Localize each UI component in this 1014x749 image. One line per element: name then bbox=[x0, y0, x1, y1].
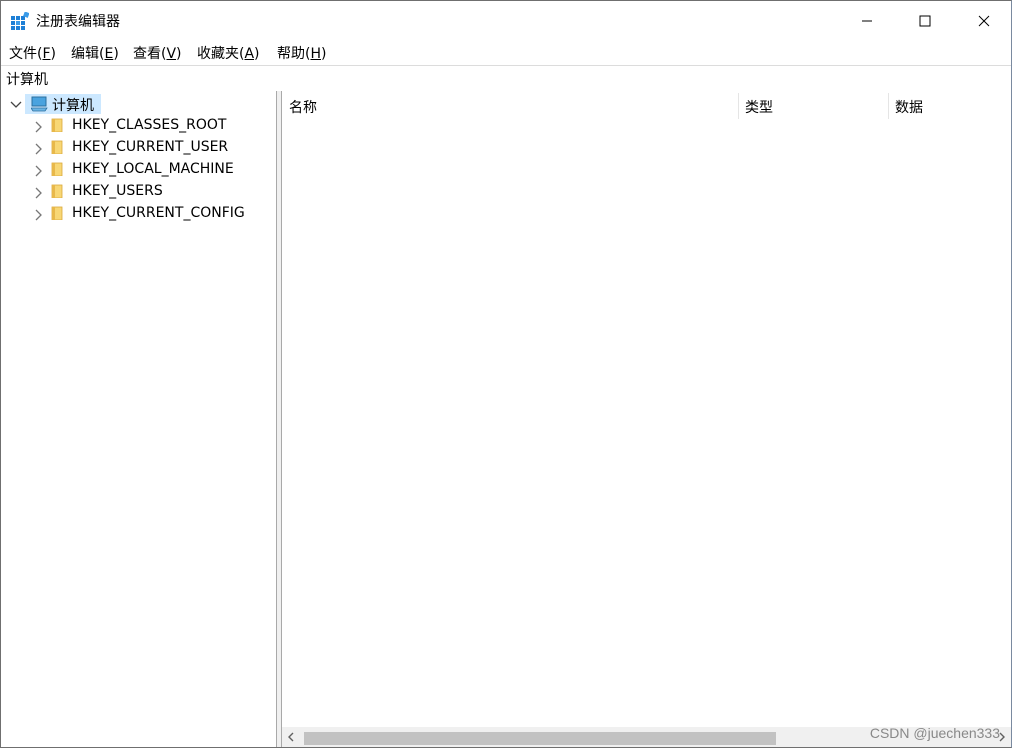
close-icon bbox=[978, 15, 990, 26]
folder-icon bbox=[51, 140, 63, 154]
title-bar[interactable]: 注册表编辑器 bbox=[1, 1, 1011, 40]
scrollbar-thumb[interactable] bbox=[304, 732, 776, 745]
menu-edit[interactable]: 编辑(E) bbox=[71, 43, 119, 63]
tree-pane[interactable]: 计算机 HKEY_CLASSES_ROOT HKEY_CURRENT_USER … bbox=[1, 91, 277, 747]
registry-editor-window: 注册表编辑器 文件(F) 编辑(E) 查看(V) 收藏夹(A) 帮助(H) 计算… bbox=[0, 0, 1012, 748]
tree-item-hkcr[interactable] bbox=[31, 116, 45, 138]
column-header-type[interactable]: 类型 bbox=[739, 91, 888, 119]
folder-icon bbox=[51, 118, 63, 132]
scroll-left-icon[interactable] bbox=[286, 730, 296, 744]
tree-item-hklm[interactable] bbox=[31, 160, 45, 182]
tree-label-hkcc[interactable]: HKEY_CURRENT_CONFIG bbox=[72, 205, 245, 221]
address-value[interactable]: 计算机 bbox=[6, 69, 48, 89]
tree-label-hku[interactable]: HKEY_USERS bbox=[72, 183, 163, 199]
chevron-right-icon[interactable] bbox=[31, 164, 45, 178]
menu-favorites[interactable]: 收藏夹(A) bbox=[197, 43, 260, 63]
tree-label-hklm[interactable]: HKEY_LOCAL_MACHINE bbox=[72, 161, 234, 177]
chevron-right-icon[interactable] bbox=[31, 186, 45, 200]
menu-file[interactable]: 文件(F) bbox=[9, 43, 56, 63]
address-bar[interactable]: 计算机 bbox=[1, 65, 1011, 92]
chevron-down-icon[interactable] bbox=[9, 97, 23, 111]
watermark-text: CSDN @juechen333 bbox=[869, 725, 1000, 741]
computer-icon bbox=[31, 96, 48, 112]
menu-help[interactable]: 帮助(H) bbox=[277, 43, 326, 63]
menu-view[interactable]: 查看(V) bbox=[133, 43, 182, 63]
maximize-button[interactable] bbox=[902, 1, 948, 40]
folder-icon bbox=[51, 206, 63, 220]
tree-label-hkcu[interactable]: HKEY_CURRENT_USER bbox=[72, 139, 228, 155]
tree-item-hkcc[interactable] bbox=[31, 204, 45, 226]
chevron-right-icon[interactable] bbox=[31, 120, 45, 134]
chevron-right-icon[interactable] bbox=[31, 208, 45, 222]
tree-label-hkcr[interactable]: HKEY_CLASSES_ROOT bbox=[72, 117, 226, 133]
tree-item-hku[interactable] bbox=[31, 182, 45, 204]
menu-bar: 文件(F) 编辑(E) 查看(V) 收藏夹(A) 帮助(H) bbox=[1, 40, 1011, 65]
chevron-right-icon[interactable] bbox=[31, 142, 45, 156]
window-title: 注册表编辑器 bbox=[36, 14, 120, 30]
minimize-button[interactable] bbox=[844, 1, 890, 40]
tree-label-computer[interactable]: 计算机 bbox=[52, 95, 94, 115]
folder-icon bbox=[51, 184, 63, 198]
registry-editor-icon bbox=[11, 12, 29, 30]
column-header-data[interactable]: 数据 bbox=[889, 91, 1009, 119]
column-header-name[interactable]: 名称 bbox=[282, 91, 738, 119]
list-pane[interactable]: 名称 类型 数据 bbox=[282, 91, 1011, 747]
minimize-icon bbox=[862, 20, 872, 21]
maximize-icon bbox=[919, 15, 931, 26]
folder-icon bbox=[51, 162, 63, 176]
tree-item-hkcu[interactable] bbox=[31, 138, 45, 160]
close-button[interactable] bbox=[961, 1, 1007, 40]
